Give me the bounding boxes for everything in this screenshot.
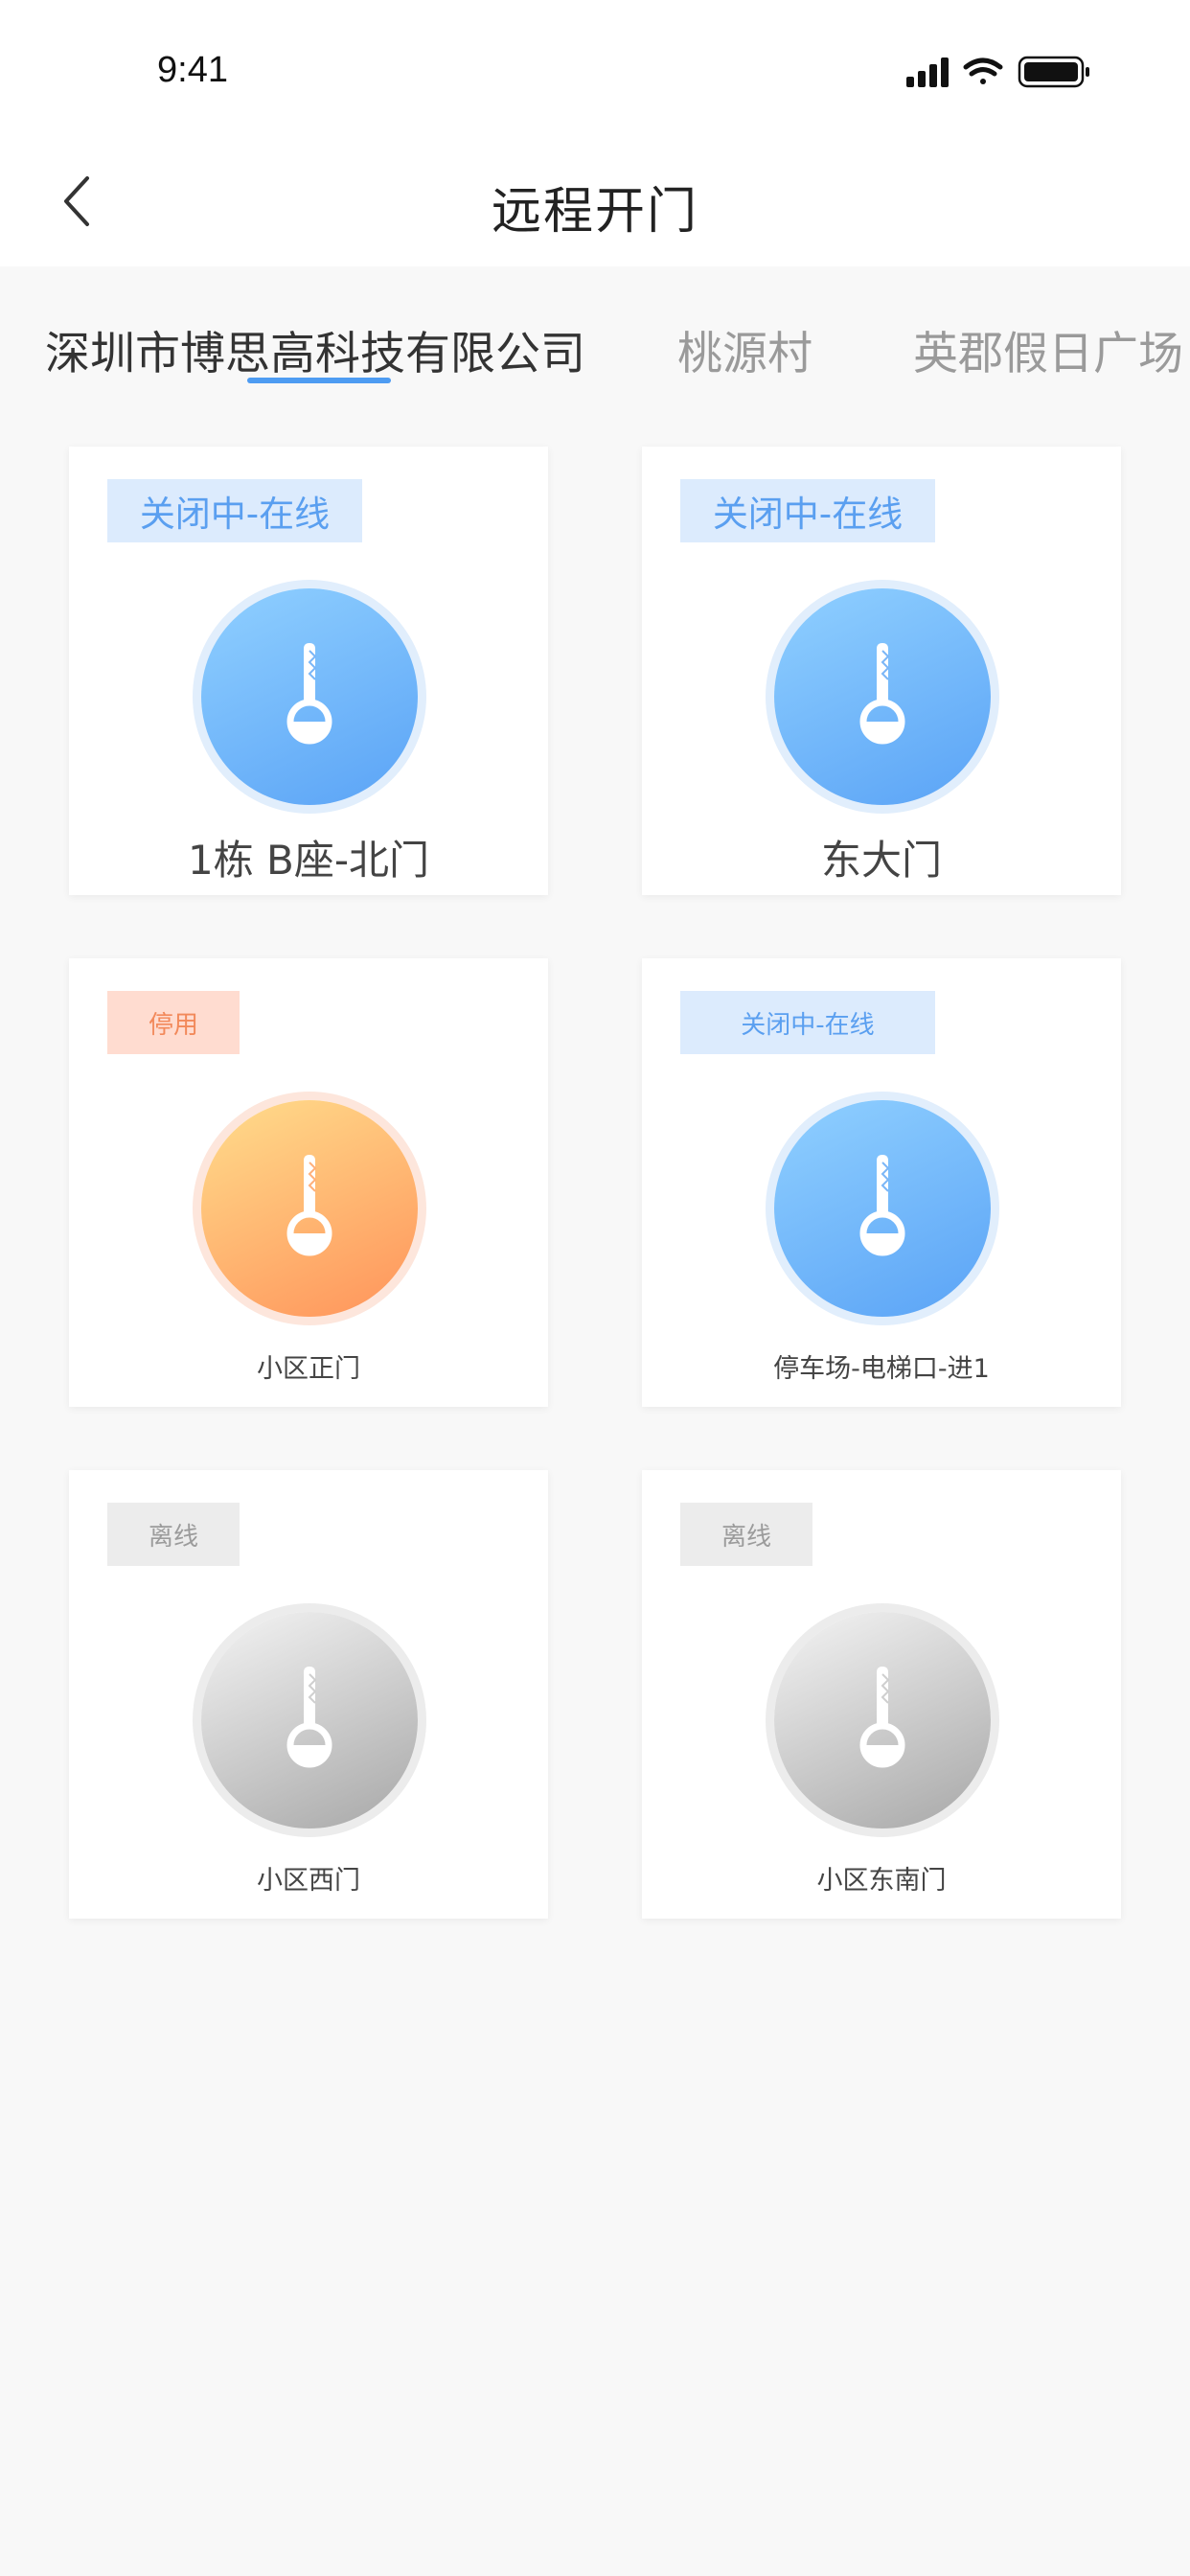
tab-community-1[interactable]: 深圳市博思高科技有限公司 bbox=[45, 316, 585, 382]
status-badge: 停用 bbox=[107, 991, 240, 1054]
key-icon bbox=[859, 1667, 905, 1768]
status-bar: 9:41 bbox=[0, 0, 1190, 144]
door-card: 关闭中-在线 停车场-电梯口-进1 bbox=[642, 958, 1121, 1407]
open-door-button[interactable] bbox=[774, 1100, 991, 1317]
door-card: 离线 小区西门 bbox=[69, 1470, 548, 1919]
key-icon bbox=[286, 1155, 332, 1256]
door-card: 离线 小区东南门 bbox=[642, 1470, 1121, 1919]
door-card: 停用 小区正门 bbox=[69, 958, 548, 1407]
signal-icon bbox=[906, 58, 949, 87]
open-door-button[interactable] bbox=[774, 1612, 991, 1828]
door-card: 关闭中-在线 东大门 bbox=[642, 447, 1121, 895]
open-door-button[interactable] bbox=[201, 1612, 418, 1828]
status-badge: 关闭中-在线 bbox=[107, 479, 362, 542]
tab-community-3[interactable]: 英郡假日广场 bbox=[913, 316, 1183, 382]
door-card: 关闭中-在线 1栋 B座-北门 bbox=[69, 447, 548, 895]
status-badge: 离线 bbox=[680, 1503, 812, 1566]
status-badge: 关闭中-在线 bbox=[680, 479, 935, 542]
door-name: 停车场-电梯口-进1 bbox=[773, 1354, 990, 1384]
status-badge: 离线 bbox=[107, 1503, 240, 1566]
open-door-button[interactable] bbox=[201, 1100, 418, 1317]
door-name: 小区正门 bbox=[257, 1354, 360, 1384]
door-name: 小区东南门 bbox=[816, 1866, 947, 1896]
community-tabs: 深圳市博思高科技有限公司 桃源村 英郡假日广场 bbox=[0, 266, 1190, 401]
key-icon bbox=[286, 643, 332, 745]
tab-community-2[interactable]: 桃源村 bbox=[677, 316, 812, 382]
key-icon bbox=[859, 643, 905, 745]
door-name: 1栋 B座-北门 bbox=[187, 837, 430, 884]
status-time: 9:41 bbox=[157, 50, 228, 90]
open-door-button[interactable] bbox=[774, 588, 991, 805]
active-tab-indicator bbox=[247, 378, 391, 383]
door-name: 东大门 bbox=[820, 837, 942, 884]
nav-bar: 远程开门 bbox=[0, 144, 1190, 266]
open-door-button[interactable] bbox=[201, 588, 418, 805]
page-title: 远程开门 bbox=[491, 183, 698, 241]
battery-icon bbox=[1018, 56, 1089, 88]
door-name: 小区西门 bbox=[257, 1866, 360, 1896]
key-icon bbox=[859, 1155, 905, 1256]
wifi-icon bbox=[963, 58, 1003, 84]
key-icon bbox=[286, 1667, 332, 1768]
status-badge: 关闭中-在线 bbox=[680, 991, 935, 1054]
status-icons bbox=[906, 56, 1098, 88]
